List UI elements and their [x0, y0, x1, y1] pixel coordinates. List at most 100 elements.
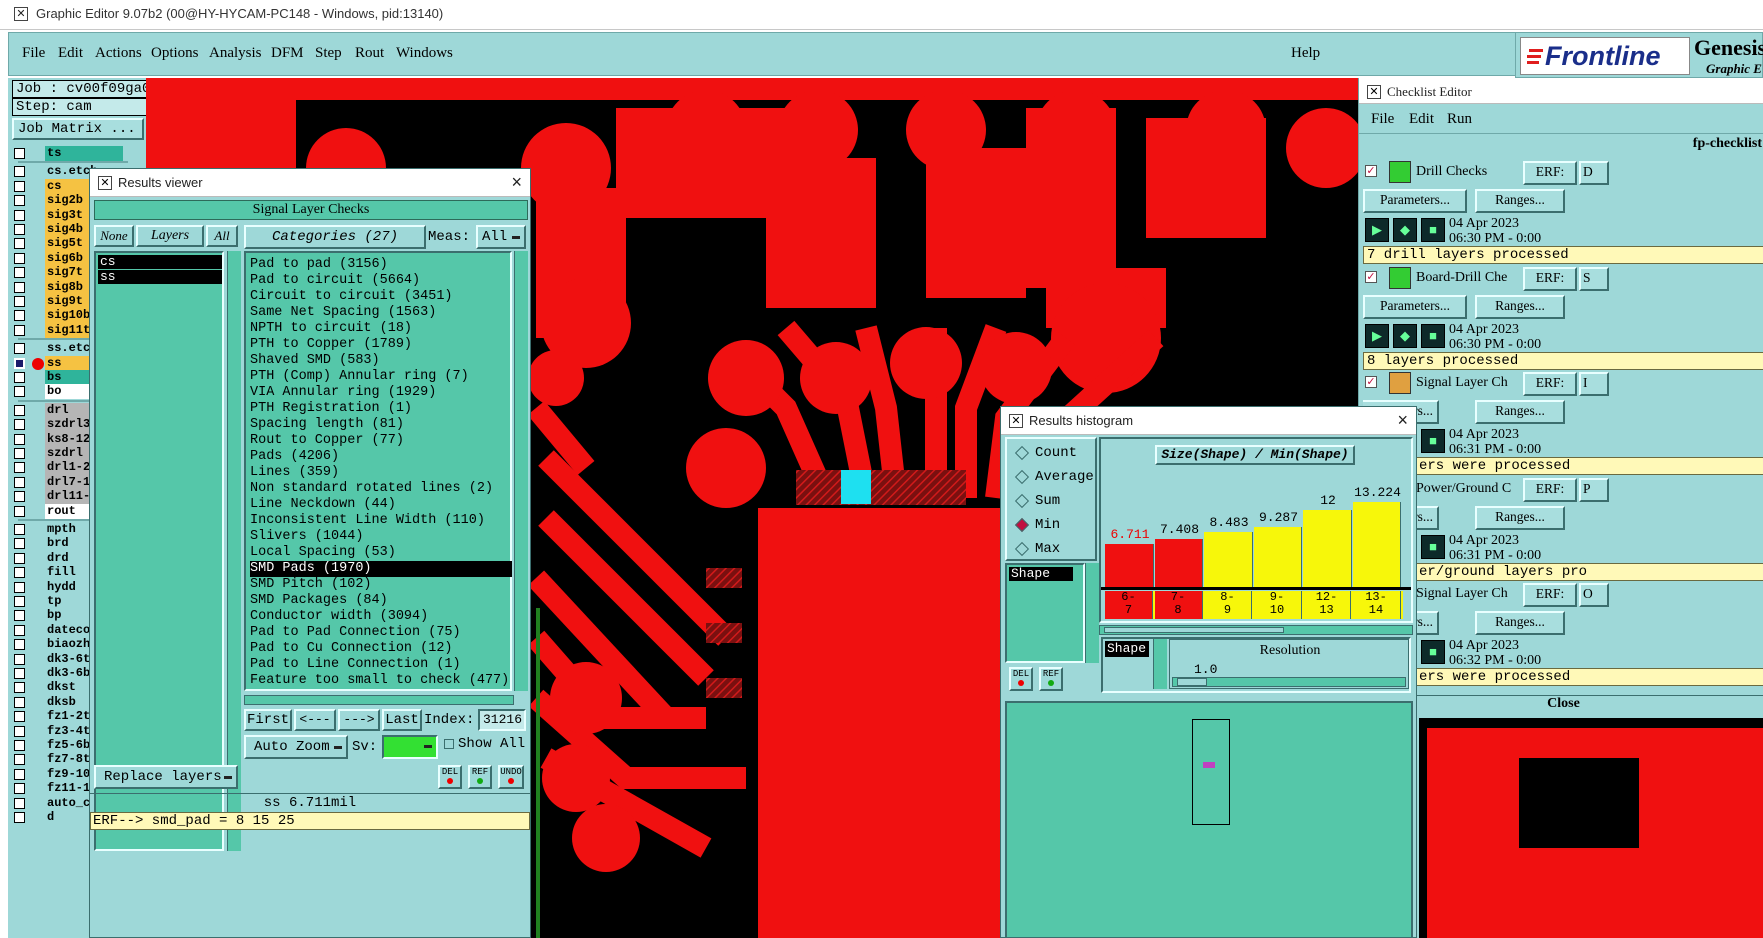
layer-checkbox[interactable]: [14, 505, 25, 517]
run-icon[interactable]: ▶: [1365, 218, 1389, 242]
category-item[interactable]: Pad to circuit (5664): [250, 273, 420, 289]
layer-name[interactable]: ts: [45, 146, 123, 161]
chart-hscrollbar[interactable]: [1099, 625, 1413, 635]
parameters-button[interactable]: Parameters...: [1363, 189, 1467, 213]
layer-checkbox[interactable]: [14, 581, 25, 593]
layer-checkbox[interactable]: [14, 324, 25, 336]
show-all-checkbox[interactable]: [444, 739, 454, 749]
job-matrix-button[interactable]: Job Matrix ...: [12, 118, 144, 140]
category-item[interactable]: Same Net Spacing (1563): [250, 305, 436, 321]
layers-button[interactable]: Layers: [136, 225, 204, 247]
layer-checkbox[interactable]: [14, 740, 25, 751]
layer-checkbox[interactable]: [14, 768, 25, 780]
erase-results-icon[interactable]: ■: [1421, 323, 1445, 348]
category-item[interactable]: Lines (359): [250, 465, 339, 481]
category-item[interactable]: Non standard rotated lines (2): [250, 481, 493, 497]
layer-checkbox[interactable]: [14, 639, 25, 651]
layer-checkbox[interactable]: [14, 281, 25, 293]
histogram-bar[interactable]: [1352, 502, 1401, 587]
first-button[interactable]: First: [244, 709, 292, 731]
layer-checkbox[interactable]: [14, 552, 25, 564]
layer-checkbox[interactable]: [14, 653, 25, 665]
erf-value[interactable]: O: [1579, 583, 1609, 607]
layer-item-cs[interactable]: cs: [98, 255, 222, 269]
resolution-slider[interactable]: [1172, 677, 1406, 687]
category-item[interactable]: VIA Annular ring (1929): [250, 385, 436, 401]
category-item[interactable]: SMD Packages (84): [250, 593, 388, 609]
layer-checkbox[interactable]: [14, 624, 25, 636]
layer-checkbox[interactable]: [14, 462, 25, 474]
ref-button[interactable]: REF: [468, 765, 492, 789]
category-item[interactable]: Rout to Copper (77): [250, 433, 404, 449]
erf-value[interactable]: S: [1579, 266, 1609, 291]
layer-checkbox[interactable]: [14, 696, 25, 708]
erf-value[interactable]: I: [1579, 372, 1609, 396]
category-item[interactable]: PTH Registration (1): [250, 401, 412, 417]
layer-checkbox[interactable]: [14, 166, 25, 178]
categories-listbox[interactable]: Pad to pad (3156) Pad to circuit (5664) Ci…: [244, 251, 512, 691]
histogram-list-scrollbar[interactable]: [1085, 563, 1099, 663]
radio-icon[interactable]: [1014, 469, 1030, 485]
category-item[interactable]: Inconsistent Line Width (110): [250, 513, 485, 529]
index-input[interactable]: 31216: [478, 709, 526, 731]
layer-checkbox[interactable]: [14, 567, 25, 579]
layer-checkbox[interactable]: [14, 267, 25, 279]
erf-select[interactable]: ERF:: [1523, 266, 1577, 291]
layer-checkbox[interactable]: [14, 596, 25, 607]
next-button[interactable]: --->: [338, 709, 380, 731]
erf-value[interactable]: P: [1579, 477, 1609, 502]
layers-listbox[interactable]: cs ss: [94, 251, 224, 851]
layer-checkbox[interactable]: [14, 343, 25, 355]
radio-icon[interactable]: [1014, 541, 1030, 557]
layer-checkbox[interactable]: [14, 433, 25, 445]
category-item[interactable]: Slivers (1044): [250, 529, 363, 545]
check-enable-checkbox[interactable]: ✓: [1365, 376, 1377, 388]
menu-help[interactable]: Help: [1291, 45, 1320, 62]
radio-icon[interactable]: [1014, 493, 1030, 509]
checklist-close-button[interactable]: Close: [1363, 695, 1763, 715]
menu-file[interactable]: File: [22, 45, 45, 62]
parameters-button[interactable]: Parameters...: [1363, 294, 1467, 319]
layer-checkbox[interactable]: [14, 252, 25, 264]
erase-results-icon[interactable]: ■: [1421, 218, 1445, 242]
del-button[interactable]: DEL: [438, 765, 462, 789]
layer-checkbox[interactable]: [14, 310, 25, 322]
layer-checkbox[interactable]: [14, 195, 25, 207]
category-item[interactable]: PTH (Comp) Annular ring (7): [250, 369, 469, 385]
menu-step[interactable]: Step: [315, 45, 342, 62]
erf-select[interactable]: ERF:: [1523, 583, 1577, 607]
menu-actions[interactable]: Actions: [95, 45, 142, 62]
ranges-button[interactable]: Ranges...: [1475, 400, 1565, 424]
chart-scroll-thumb[interactable]: [1104, 627, 1284, 633]
category-item[interactable]: Shaved SMD (583): [250, 353, 380, 369]
histogram-bar[interactable]: [1303, 510, 1352, 587]
layer-checkbox[interactable]: [14, 812, 25, 823]
category-item[interactable]: Local Spacing (53): [250, 545, 396, 561]
menu-windows[interactable]: Windows: [396, 45, 453, 62]
histogram-bar[interactable]: [1204, 532, 1253, 587]
layer-checkbox[interactable]: [14, 357, 25, 369]
menu-dfm[interactable]: DFM: [271, 45, 304, 62]
layer-checkbox[interactable]: [14, 404, 25, 416]
checklist-menu-file[interactable]: File: [1371, 111, 1394, 128]
category-item[interactable]: Pad to pad (3156): [250, 257, 388, 273]
histogram-list-item[interactable]: Shape: [1009, 567, 1073, 581]
show-results-icon[interactable]: ◆: [1393, 218, 1417, 242]
layer-checkbox[interactable]: [14, 797, 25, 809]
category-item[interactable]: Line Neckdown (44): [250, 497, 396, 513]
all-button[interactable]: All: [206, 225, 238, 247]
checklist-menu-run[interactable]: Run: [1447, 111, 1472, 128]
menu-rout[interactable]: Rout: [355, 45, 384, 62]
category-item[interactable]: Circuit to circuit (3451): [250, 289, 453, 305]
layer-checkbox[interactable]: [14, 610, 25, 622]
layer-item-ss[interactable]: ss: [98, 270, 222, 284]
layer-checkbox[interactable]: [14, 180, 25, 192]
menu-analysis[interactable]: Analysis: [209, 45, 262, 62]
none-button[interactable]: None: [94, 225, 134, 247]
layer-checkbox[interactable]: [14, 448, 25, 459]
categories-button[interactable]: Categories (27): [244, 225, 426, 249]
erase-results-icon[interactable]: ■: [1421, 640, 1445, 664]
erf-select[interactable]: ERF:: [1523, 477, 1577, 502]
categories-scrollbar[interactable]: [514, 251, 528, 691]
show-results-icon[interactable]: ◆: [1393, 323, 1417, 348]
